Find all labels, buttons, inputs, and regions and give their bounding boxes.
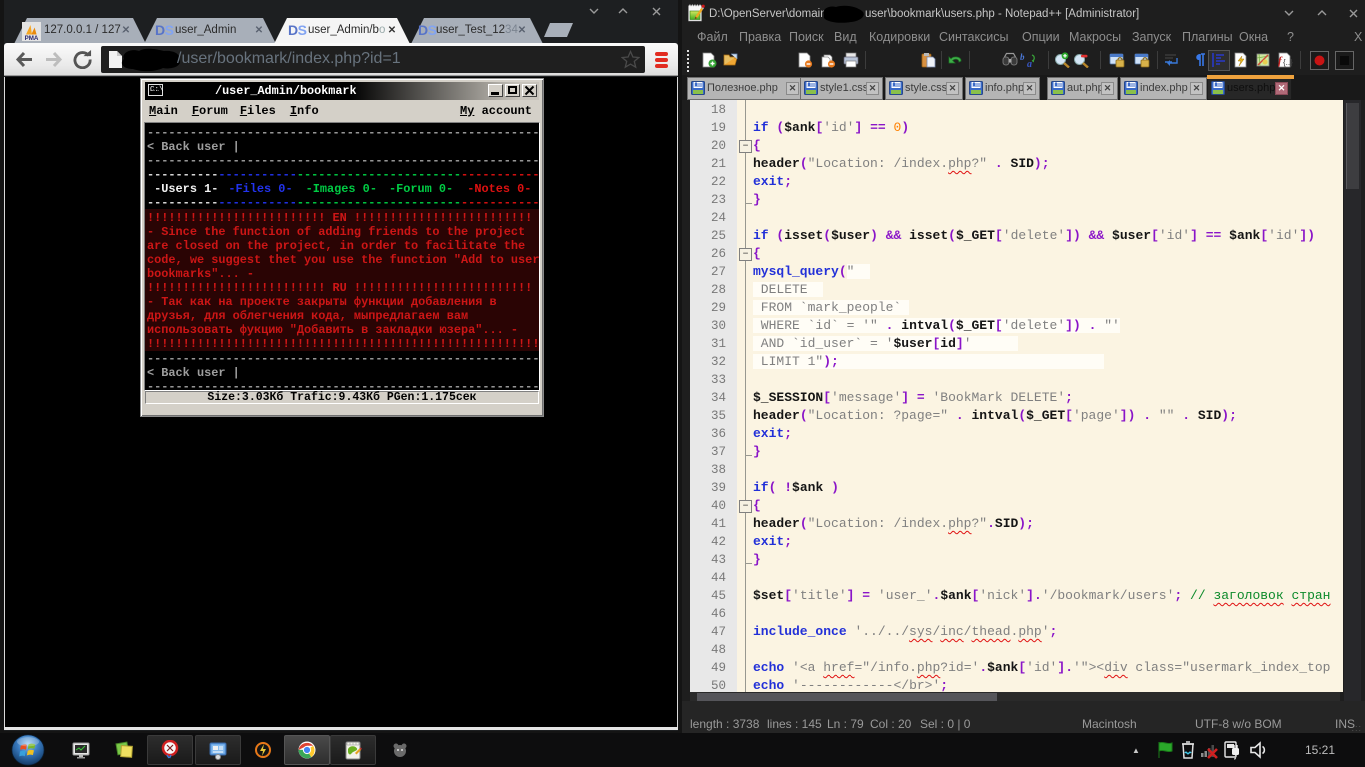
svg-text:{..}: {..} xyxy=(1283,58,1293,67)
svg-text:b: b xyxy=(1020,52,1025,62)
svg-text:PMA: PMA xyxy=(25,35,39,41)
svg-text:a: a xyxy=(1027,59,1032,68)
